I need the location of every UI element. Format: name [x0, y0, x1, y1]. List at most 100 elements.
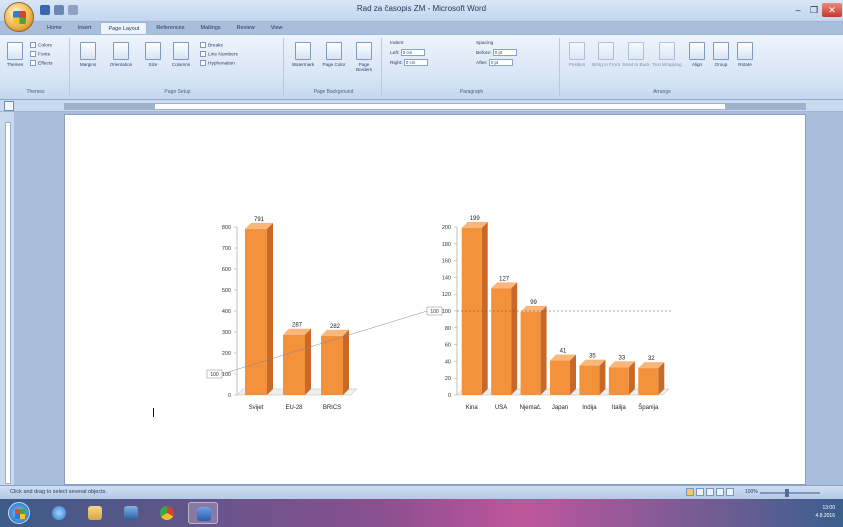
status-text: Click and drag to select several objects…: [10, 489, 107, 495]
tab-view[interactable]: View: [264, 22, 290, 34]
start-button[interactable]: [8, 502, 30, 524]
ruler-strip[interactable]: [64, 103, 806, 110]
vertical-ruler[interactable]: [0, 112, 14, 485]
bring-to-front-button[interactable]: Bring to Front: [592, 42, 620, 67]
position-label: Position: [568, 62, 586, 67]
zoom-slider[interactable]: [760, 492, 820, 494]
page-color-button[interactable]: Page Color: [320, 42, 348, 67]
status-bar: Click and drag to select several objects…: [0, 485, 843, 499]
chart2-x-tick-label: Španija: [638, 404, 659, 411]
send-to-back-icon: [628, 42, 644, 60]
line-numbers-button[interactable]: Line Numbers: [200, 51, 238, 59]
office-logo-icon: [13, 11, 26, 24]
page-background-group-label: Page Background: [313, 89, 354, 95]
zoom-slider-handle[interactable]: [785, 489, 789, 497]
clock-time[interactable]: 13:00: [816, 504, 835, 512]
print-layout-view-icon[interactable]: [686, 488, 694, 496]
margins-button[interactable]: Margins: [76, 42, 100, 67]
effects-icon: [30, 60, 36, 66]
chart2-data-label: 127: [499, 276, 510, 282]
send-to-back-button[interactable]: Send to Back: [622, 42, 650, 67]
chart1-x-tick-label: BRICS: [323, 405, 341, 411]
indent-right-field[interactable]: 0 cm: [403, 59, 428, 66]
align-label: Align: [691, 62, 703, 67]
effects-button[interactable]: Effects: [30, 60, 53, 68]
title-bar: Rad za časopis ZM - Microsoft Word – ❐ ✕: [0, 0, 843, 32]
align-button[interactable]: Align: [686, 42, 708, 67]
effects-label: Effects: [38, 61, 53, 67]
tab-home[interactable]: Home: [40, 22, 69, 34]
size-icon: [145, 42, 161, 60]
tab-insert[interactable]: Insert: [71, 22, 99, 34]
chart1-bar-side: [267, 222, 273, 395]
fonts-button[interactable]: Fonts: [30, 51, 50, 59]
spacing-after-field[interactable]: 0 pt: [488, 59, 513, 66]
chart2-bar: [608, 367, 629, 395]
indent-heading: Indent: [390, 41, 404, 46]
bring-to-front-label: Bring to Front: [592, 62, 620, 67]
hyphenation-button[interactable]: Hyphenation: [200, 60, 235, 68]
horizontal-ruler[interactable]: [0, 100, 843, 112]
breaks-button[interactable]: Breaks: [200, 42, 223, 50]
size-label: Size: [148, 62, 158, 67]
chart2-y-tick-label: 0: [448, 393, 451, 399]
tab-references[interactable]: References: [149, 22, 191, 34]
chart2-bar: [638, 368, 659, 395]
rotate-icon: [737, 42, 753, 60]
columns-button[interactable]: Columns: [168, 42, 194, 67]
rotate-label: Rotate: [738, 62, 752, 67]
maximize-button[interactable]: ❐: [806, 3, 822, 17]
text-wrapping-button[interactable]: Text Wrapping: [652, 42, 682, 67]
arrange-group-label: Arrange: [653, 89, 671, 95]
paragraph-group: Indent Left: 0 cm Right: 0 cm Spacing Be…: [384, 38, 560, 96]
indent-right-label: Right:: [390, 60, 403, 66]
tab-selector-button[interactable]: [4, 101, 14, 111]
clock-date[interactable]: 4.8.2016: [816, 512, 835, 520]
tab-mailings[interactable]: Mailings: [193, 22, 227, 34]
indent-left: Left: 0 cm: [390, 49, 425, 58]
watermark-label: Watermark: [291, 62, 315, 67]
taskbar-media-player[interactable]: [116, 502, 146, 524]
taskbar-chrome[interactable]: [152, 502, 182, 524]
chart2-x-tick-label: Njemač.: [520, 405, 542, 411]
web-layout-view-icon[interactable]: [706, 488, 714, 496]
zoom-level[interactable]: 100%: [745, 489, 758, 495]
tab-page-layout[interactable]: Page Layout: [100, 22, 148, 34]
taskbar-file-explorer[interactable]: [80, 502, 110, 524]
spacing-before-field[interactable]: 0 pt: [492, 49, 517, 56]
themes-group: Themes Colors Fonts Effects Themes: [2, 38, 70, 96]
themes-group-label: Themes: [26, 89, 45, 95]
chart1-y-tick-label: 700: [222, 246, 231, 252]
outline-view-icon[interactable]: [716, 488, 724, 496]
indent-right: Right: 0 cm: [390, 59, 428, 68]
taskbar-internet-explorer[interactable]: [44, 502, 74, 524]
bar-chart-figure[interactable]: 0100200300400500600700800791Svijet287EU-…: [203, 215, 673, 435]
page-setup-group-label: Page Setup: [164, 89, 191, 95]
ribbon-tabs: Home Insert Page Layout References Maili…: [40, 22, 290, 34]
page-borders-button[interactable]: Page Borders: [350, 42, 378, 72]
chart2-y-tick-label: 180: [442, 242, 451, 248]
rotate-button[interactable]: Rotate: [734, 42, 756, 67]
draft-view-icon[interactable]: [726, 488, 734, 496]
size-button[interactable]: Size: [142, 42, 164, 67]
orientation-label: Orientation: [109, 62, 133, 67]
close-button[interactable]: ✕: [822, 3, 842, 17]
windows-logo-icon: [15, 509, 25, 519]
document-page[interactable]: 0 100 200 300 400 500 600 700 800 791 Svijet 287 EU-…: [64, 114, 806, 485]
tab-review[interactable]: Review: [230, 22, 262, 34]
minimize-button[interactable]: –: [790, 3, 806, 17]
chart2-y-tick-label: 160: [442, 259, 451, 265]
taskbar-word[interactable]: [188, 502, 218, 524]
colors-button[interactable]: Colors: [30, 42, 52, 50]
indent-left-field[interactable]: 0 cm: [400, 49, 425, 56]
position-button[interactable]: Position: [564, 42, 590, 67]
group-button[interactable]: Group: [710, 42, 732, 67]
themes-button[interactable]: Themes: [4, 42, 26, 67]
media-player-icon: [124, 506, 138, 520]
columns-label: Columns: [171, 62, 191, 67]
watermark-button[interactable]: Watermark: [288, 42, 318, 67]
office-button[interactable]: [4, 2, 34, 32]
full-screen-view-icon[interactable]: [696, 488, 704, 496]
send-to-back-label: Send to Back: [622, 62, 650, 67]
orientation-button[interactable]: Orientation: [104, 42, 138, 67]
